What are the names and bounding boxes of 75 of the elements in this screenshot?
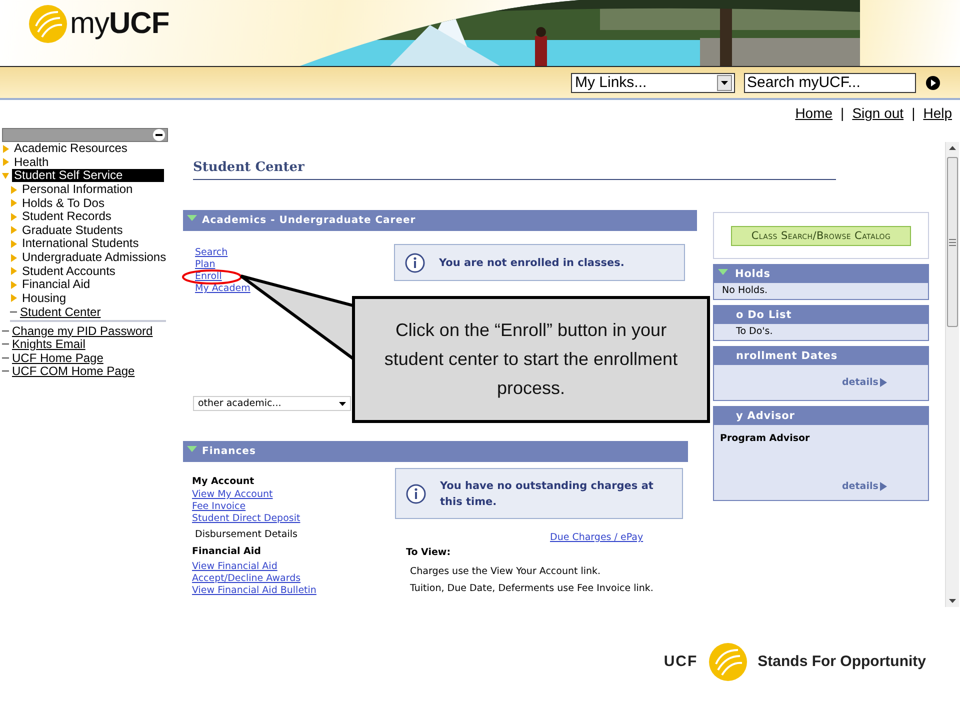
header-link[interactable]: Help [923, 105, 952, 121]
separator-text: | [912, 105, 916, 121]
academics-link[interactable]: My Academ [195, 283, 250, 295]
sidebar-item[interactable]: Student Records [20, 210, 114, 224]
sidebar-item[interactable]: Holds & To Dos [20, 196, 106, 210]
info-icon [406, 484, 426, 504]
play-arrow-icon [880, 378, 888, 387]
sidebar-item[interactable]: Graduate Students [20, 224, 125, 237]
section-label: My Account [192, 475, 256, 489]
section-label: To View: [406, 546, 452, 560]
sidebar-item[interactable]: International Students [20, 237, 141, 250]
sidebar-item[interactable]: Health [12, 156, 51, 169]
brand-text: UCF [664, 653, 698, 670]
sidebar-item[interactable]: Student Accounts [20, 264, 118, 278]
header-link[interactable]: Home [795, 105, 833, 121]
search-field[interactable]: Search myUCF... [744, 72, 916, 92]
sidebar-item[interactable]: Undergraduate Admissions [20, 251, 168, 264]
section-header[interactable]: Academics - Undergraduate Career [183, 210, 697, 231]
finance-link[interactable]: View Financial Aid Bulletin [192, 585, 316, 597]
collapse-icon [153, 129, 165, 141]
sidebar-item[interactable]: Personal Information [20, 183, 135, 196]
header-link[interactable]: Sign out [852, 105, 904, 121]
logo-text: myUCF [70, 7, 170, 41]
expanded-arrow-icon [718, 268, 728, 276]
panel-header[interactable]: o Do List [714, 306, 928, 324]
finance-text: Disbursement Details [194, 528, 298, 542]
sidebar-link[interactable]: Change my PID Password [12, 324, 153, 338]
sidebar-item[interactable]: Financial Aid [20, 278, 92, 292]
details-link[interactable]: details [842, 481, 888, 492]
scrollbar[interactable] [945, 142, 959, 607]
logo-icon [708, 642, 748, 682]
notice-text: You are not enrolled in classes. [439, 256, 624, 268]
highlight-ellipse [181, 269, 243, 285]
panel-text: To Do's. [735, 325, 774, 339]
page-title: Student Center [193, 160, 836, 180]
sidebar-item[interactable]: Student Self Service [12, 169, 164, 182]
dropdown-arrow-icon [339, 402, 346, 406]
panel-header[interactable]: Holds [714, 265, 928, 283]
finance-link[interactable]: View Financial Aid [192, 561, 278, 573]
panel-text: No Holds. [721, 284, 769, 298]
expanded-arrow-icon [187, 215, 197, 222]
academic-dropdown[interactable]: other academic... [193, 396, 351, 411]
info-text: Charges use the View Your Account link. [409, 565, 602, 579]
academics-link[interactable]: Plan [195, 259, 216, 271]
finance-link[interactable]: Student Direct Deposit [192, 513, 300, 525]
section-header[interactable]: Finances [183, 441, 688, 462]
finance-link[interactable]: Accept/Decline Awards [192, 573, 301, 585]
sidebar-item[interactable]: Housing [20, 292, 68, 305]
logo-icon [28, 4, 68, 44]
sidebar-link[interactable]: Knights Email [12, 337, 86, 352]
links-dropdown[interactable]: My Links... [571, 72, 735, 92]
scrollbar-thumb[interactable] [947, 157, 958, 327]
sidebar-item[interactable]: Academic Resources [12, 142, 130, 156]
finance-link[interactable]: Fee Invoice [192, 501, 246, 513]
panel-header[interactable]: nrollment Dates [714, 347, 928, 365]
section-label: Financial Aid [192, 545, 262, 559]
sidebar-link[interactable]: UCF COM Home Page [12, 364, 135, 378]
slogan-text: Stands For Opportunity [758, 653, 926, 670]
info-icon [405, 252, 425, 272]
sidebar-link[interactable]: UCF Home Page [12, 350, 104, 365]
panel-label: Program Advisor [719, 432, 811, 446]
finance-link[interactable]: View My Account [192, 489, 273, 501]
notice-text: You have no outstanding charges at this time. [440, 478, 654, 510]
sidebar-link[interactable]: Student Center [20, 304, 101, 319]
grip-icon [949, 238, 956, 246]
pay-link[interactable]: Due Charges / ePay [550, 532, 644, 544]
expanded-arrow-icon [187, 446, 197, 453]
details-link[interactable]: details [842, 377, 888, 388]
panel-header[interactable]: y Advisor [714, 407, 928, 425]
separator-text: | [840, 105, 844, 121]
play-arrow-icon [880, 482, 888, 491]
academics-link[interactable]: Search [195, 247, 228, 259]
go-icon [926, 76, 940, 90]
info-text: Tuition, Due Date, Deferments use Fee Invoice link. [409, 582, 654, 596]
class-search-button[interactable]: Class Search/Browse Catalog [731, 226, 911, 246]
